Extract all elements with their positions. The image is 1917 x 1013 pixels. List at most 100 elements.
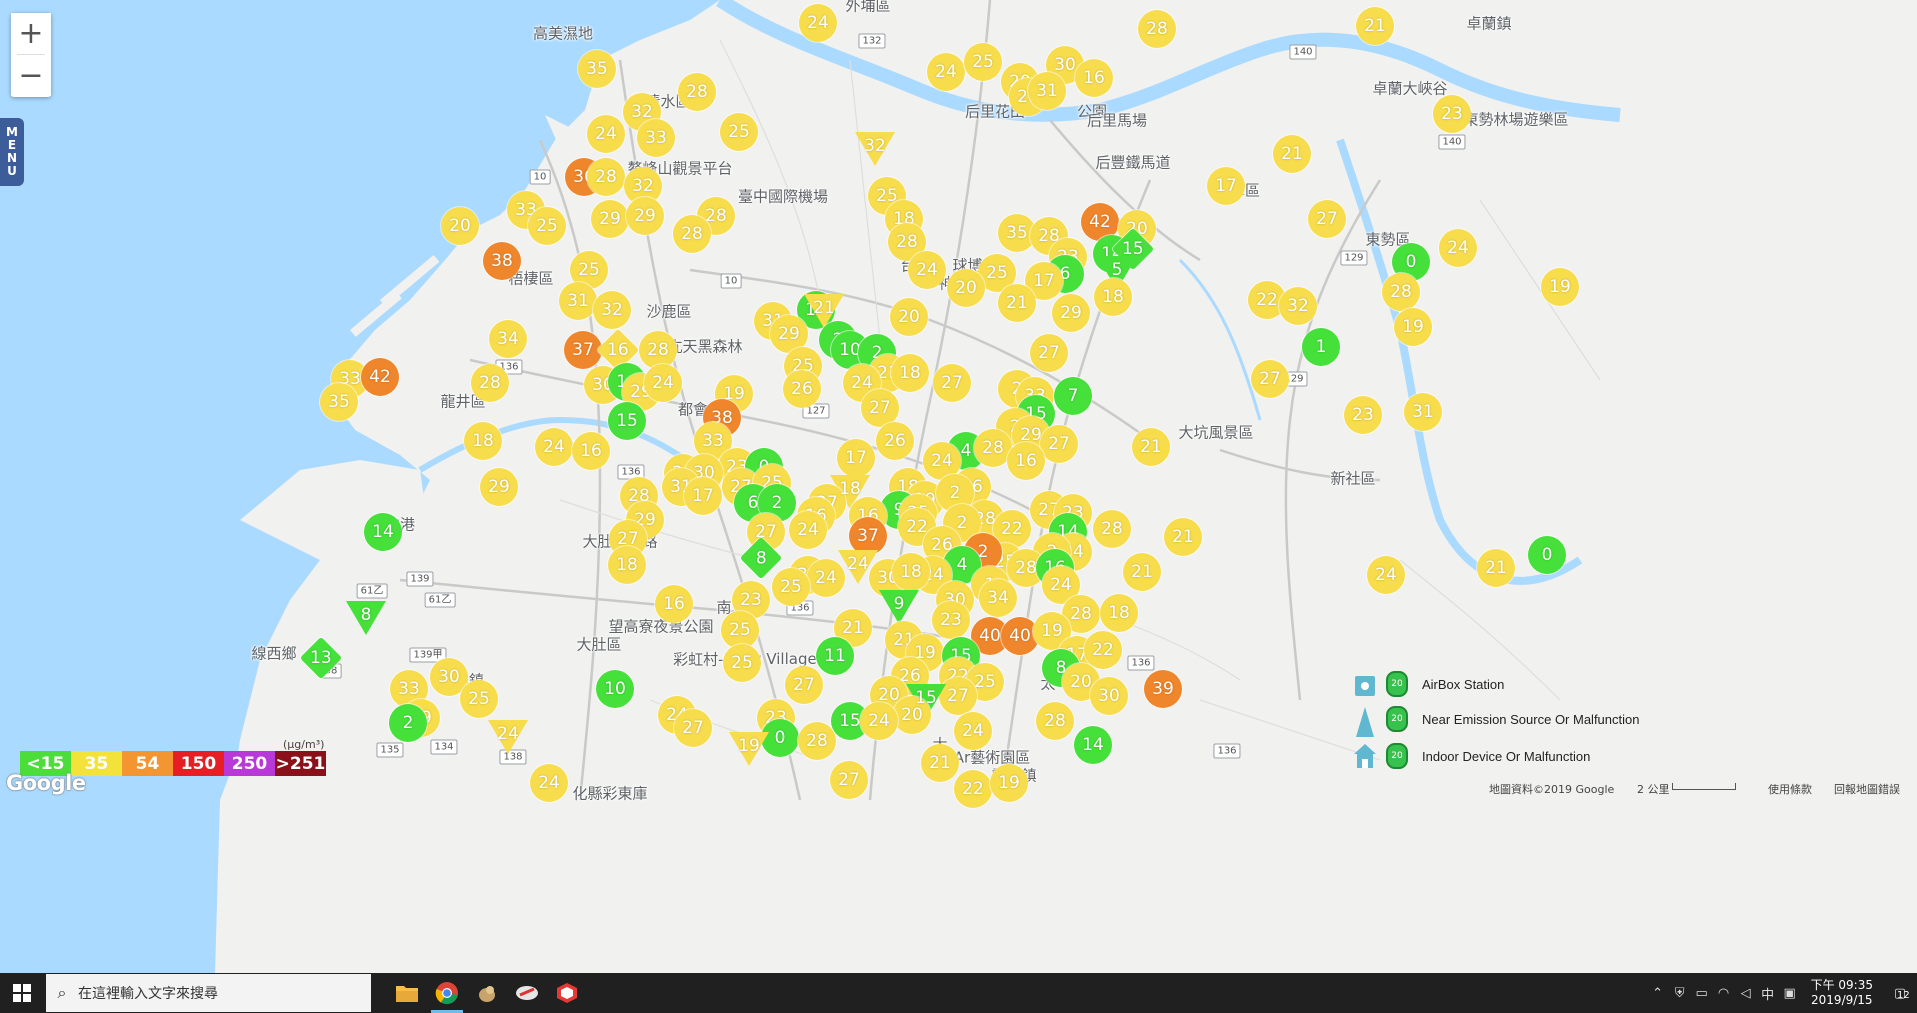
airbox-marker-yellow-circle[interactable]: 25 (720, 113, 758, 151)
bird-app[interactable] (467, 973, 507, 1013)
airbox-marker-yellow-circle[interactable]: 27 (1030, 334, 1068, 372)
airbox-marker-yellow-circle[interactable]: 18 (1094, 278, 1132, 316)
airbox-marker-yellow-circle[interactable]: 30 (1090, 677, 1128, 715)
airbox-marker-yellow-circle[interactable]: 24 (1367, 556, 1405, 594)
clock[interactable]: 下午 09:35 2019/9/15 (1801, 978, 1883, 1008)
airbox-marker-orange-circle[interactable]: 42 (361, 358, 399, 396)
airbox-marker-yellow-circle[interactable]: 27 (674, 709, 712, 747)
airbox-marker-green-circle[interactable]: 1 (1302, 328, 1340, 366)
airbox-marker-yellow-circle[interactable]: 25 (460, 680, 498, 718)
airbox-marker-yellow-circle[interactable]: 28 (1036, 702, 1074, 740)
airbox-marker-yellow-circle[interactable]: 16 (1007, 442, 1045, 480)
airbox-marker-yellow-circle[interactable]: 27 (830, 761, 868, 799)
airbox-marker-yellow-circle[interactable]: 24 (1439, 229, 1477, 267)
airbox-marker-yellow-circle[interactable]: 21 (1273, 135, 1311, 173)
airbox-marker-yellow-circle[interactable]: 16 (1075, 59, 1113, 97)
airbox-marker-yellow-circle[interactable]: 22 (954, 770, 992, 808)
report-error-link[interactable]: 回報地圖錯誤 (1834, 781, 1900, 797)
airbox-marker-yellow-circle[interactable]: 21 (1123, 553, 1161, 591)
zoom-in-button[interactable]: + (11, 13, 51, 54)
volume-icon[interactable]: ◁ (1735, 986, 1757, 1001)
google-logo[interactable]: Google (6, 771, 86, 795)
airbox-marker-yellow-circle[interactable]: 17 (684, 477, 722, 515)
notification-icon[interactable]: ▢ 12 (1883, 986, 1917, 1001)
airbox-marker-orange-circle[interactable]: 39 (1144, 670, 1182, 708)
airbox-marker-yellow-circle[interactable]: 27 (1251, 360, 1289, 398)
battery-icon[interactable]: ▭ (1691, 986, 1713, 1001)
airbox-marker-yellow-circle[interactable]: 27 (785, 666, 823, 704)
airbox-marker-yellow-circle[interactable]: 20 (441, 207, 479, 245)
airbox-marker-orange-circle[interactable]: 38 (483, 242, 521, 280)
airbox-marker-yellow-circle[interactable]: 29 (1052, 294, 1090, 332)
airbox-marker-yellow-circle[interactable]: 27 (1040, 425, 1078, 463)
airbox-marker-yellow-circle[interactable]: 18 (1100, 594, 1138, 632)
airbox-marker-yellow-circle[interactable]: 34 (489, 320, 527, 358)
airbox-marker-green-circle[interactable]: 11 (816, 637, 854, 675)
airbox-marker-green-circle[interactable]: 15 (608, 402, 646, 440)
airbox-marker-green-circle[interactable]: 7 (1054, 377, 1092, 415)
airbox-marker-green-circle[interactable]: 2 (389, 704, 427, 742)
airbox-marker-yellow-circle[interactable]: 23 (1433, 95, 1471, 133)
airbox-marker-yellow-circle[interactable]: 23 (932, 601, 970, 639)
airbox-marker-yellow-circle[interactable]: 18 (464, 422, 502, 460)
airbox-marker-yellow-circle[interactable]: 25 (528, 207, 566, 245)
pen-app[interactable] (507, 973, 547, 1013)
airbox-marker-yellow-circle[interactable]: 24 (954, 712, 992, 750)
airbox-marker-yellow-circle[interactable]: 19 (990, 764, 1028, 802)
airbox-marker-yellow-circle[interactable]: 20 (890, 298, 928, 336)
airbox-marker-yellow-circle[interactable]: 35 (578, 50, 616, 88)
airbox-marker-yellow-circle[interactable]: 24 (789, 511, 827, 549)
airbox-marker-yellow-circle[interactable]: 21 (998, 284, 1036, 322)
airbox-marker-yellow-circle[interactable]: 31 (1028, 72, 1066, 110)
airbox-marker-yellow-circle[interactable]: 34 (979, 579, 1017, 617)
airbox-marker-yellow-tri[interactable]: 32 (855, 132, 895, 168)
airbox-marker-yellow-tri[interactable]: 19 (729, 732, 769, 768)
airbox-marker-yellow-circle[interactable]: 24 (908, 251, 946, 289)
airbox-marker-yellow-circle[interactable]: 28 (673, 215, 711, 253)
airbox-marker-yellow-circle[interactable]: 25 (723, 644, 761, 682)
airbox-marker-green-circle[interactable]: 14 (364, 513, 402, 551)
airbox-marker-yellow-circle[interactable]: 24 (807, 559, 845, 597)
airbox-marker-yellow-circle[interactable]: 28 (639, 331, 677, 369)
menu-tab[interactable]: M E N U (0, 118, 24, 186)
chevron-up-icon[interactable]: ⌃ (1647, 986, 1669, 1001)
airbox-marker-yellow-circle[interactable]: 29 (626, 197, 664, 235)
airbox-marker-yellow-circle[interactable]: 35 (320, 383, 358, 421)
airbox-marker-yellow-circle[interactable]: 18 (892, 553, 930, 591)
airbox-marker-yellow-circle[interactable]: 21 (1132, 428, 1170, 466)
airbox-marker-yellow-circle[interactable]: 20 (947, 269, 985, 307)
start-button[interactable] (0, 973, 44, 1013)
airbox-marker-yellow-circle[interactable]: 24 (644, 364, 682, 402)
airbox-marker-yellow-circle[interactable]: 24 (860, 702, 898, 740)
air-quality-map[interactable]: 高美濕地 清水區 鰲峰山觀景平台 臺中國際機場 梧棲區 沙鹿區 亢天黑森林 龍井區 都會 大肚藍路… (0, 0, 1917, 973)
airbox-marker-yellow-tri[interactable]: 24 (488, 720, 528, 756)
wifi-icon[interactable]: ◠ (1713, 986, 1735, 1001)
security-icon[interactable]: ⛨ (1669, 986, 1691, 1001)
airbox-marker-yellow-circle[interactable]: 28 (1093, 510, 1131, 548)
airbox-marker-yellow-circle[interactable]: 26 (876, 422, 914, 460)
airbox-marker-yellow-circle[interactable]: 28 (1138, 10, 1176, 48)
airbox-marker-green-circle[interactable]: 0 (1528, 536, 1566, 574)
airbox-marker-yellow-circle[interactable]: 17 (837, 439, 875, 477)
ime-indicator[interactable]: 中 (1757, 984, 1779, 1003)
airbox-marker-yellow-circle[interactable]: 19 (1394, 308, 1432, 346)
airbox-marker-yellow-circle[interactable]: 32 (593, 291, 631, 329)
airbox-marker-yellow-circle[interactable]: 28 (1382, 273, 1420, 311)
airbox-marker-yellow-circle[interactable]: 33 (637, 119, 675, 157)
airbox-marker-yellow-circle[interactable]: 16 (655, 585, 693, 623)
airbox-marker-yellow-circle[interactable]: 24 (927, 53, 965, 91)
airbox-marker-yellow-circle[interactable]: 23 (1344, 396, 1382, 434)
airbox-marker-yellow-circle[interactable]: 24 (535, 428, 573, 466)
chrome-app[interactable] (427, 973, 467, 1013)
airbox-marker-yellow-circle[interactable]: 28 (471, 364, 509, 402)
airbox-marker-yellow-circle[interactable]: 17 (1207, 167, 1245, 205)
airbox-marker-yellow-circle[interactable]: 28 (678, 73, 716, 111)
sketchup-app[interactable] (547, 973, 587, 1013)
airbox-marker-yellow-circle[interactable]: 27 (933, 364, 971, 402)
airbox-marker-yellow-circle[interactable]: 22 (1084, 631, 1122, 669)
airbox-marker-green-circle[interactable]: 10 (596, 670, 634, 708)
airbox-marker-yellow-circle[interactable]: 21 (921, 744, 959, 782)
airbox-marker-yellow-circle[interactable]: 32 (1279, 287, 1317, 325)
zoom-out-button[interactable]: − (11, 55, 51, 96)
airbox-marker-yellow-circle[interactable]: 29 (480, 468, 518, 506)
